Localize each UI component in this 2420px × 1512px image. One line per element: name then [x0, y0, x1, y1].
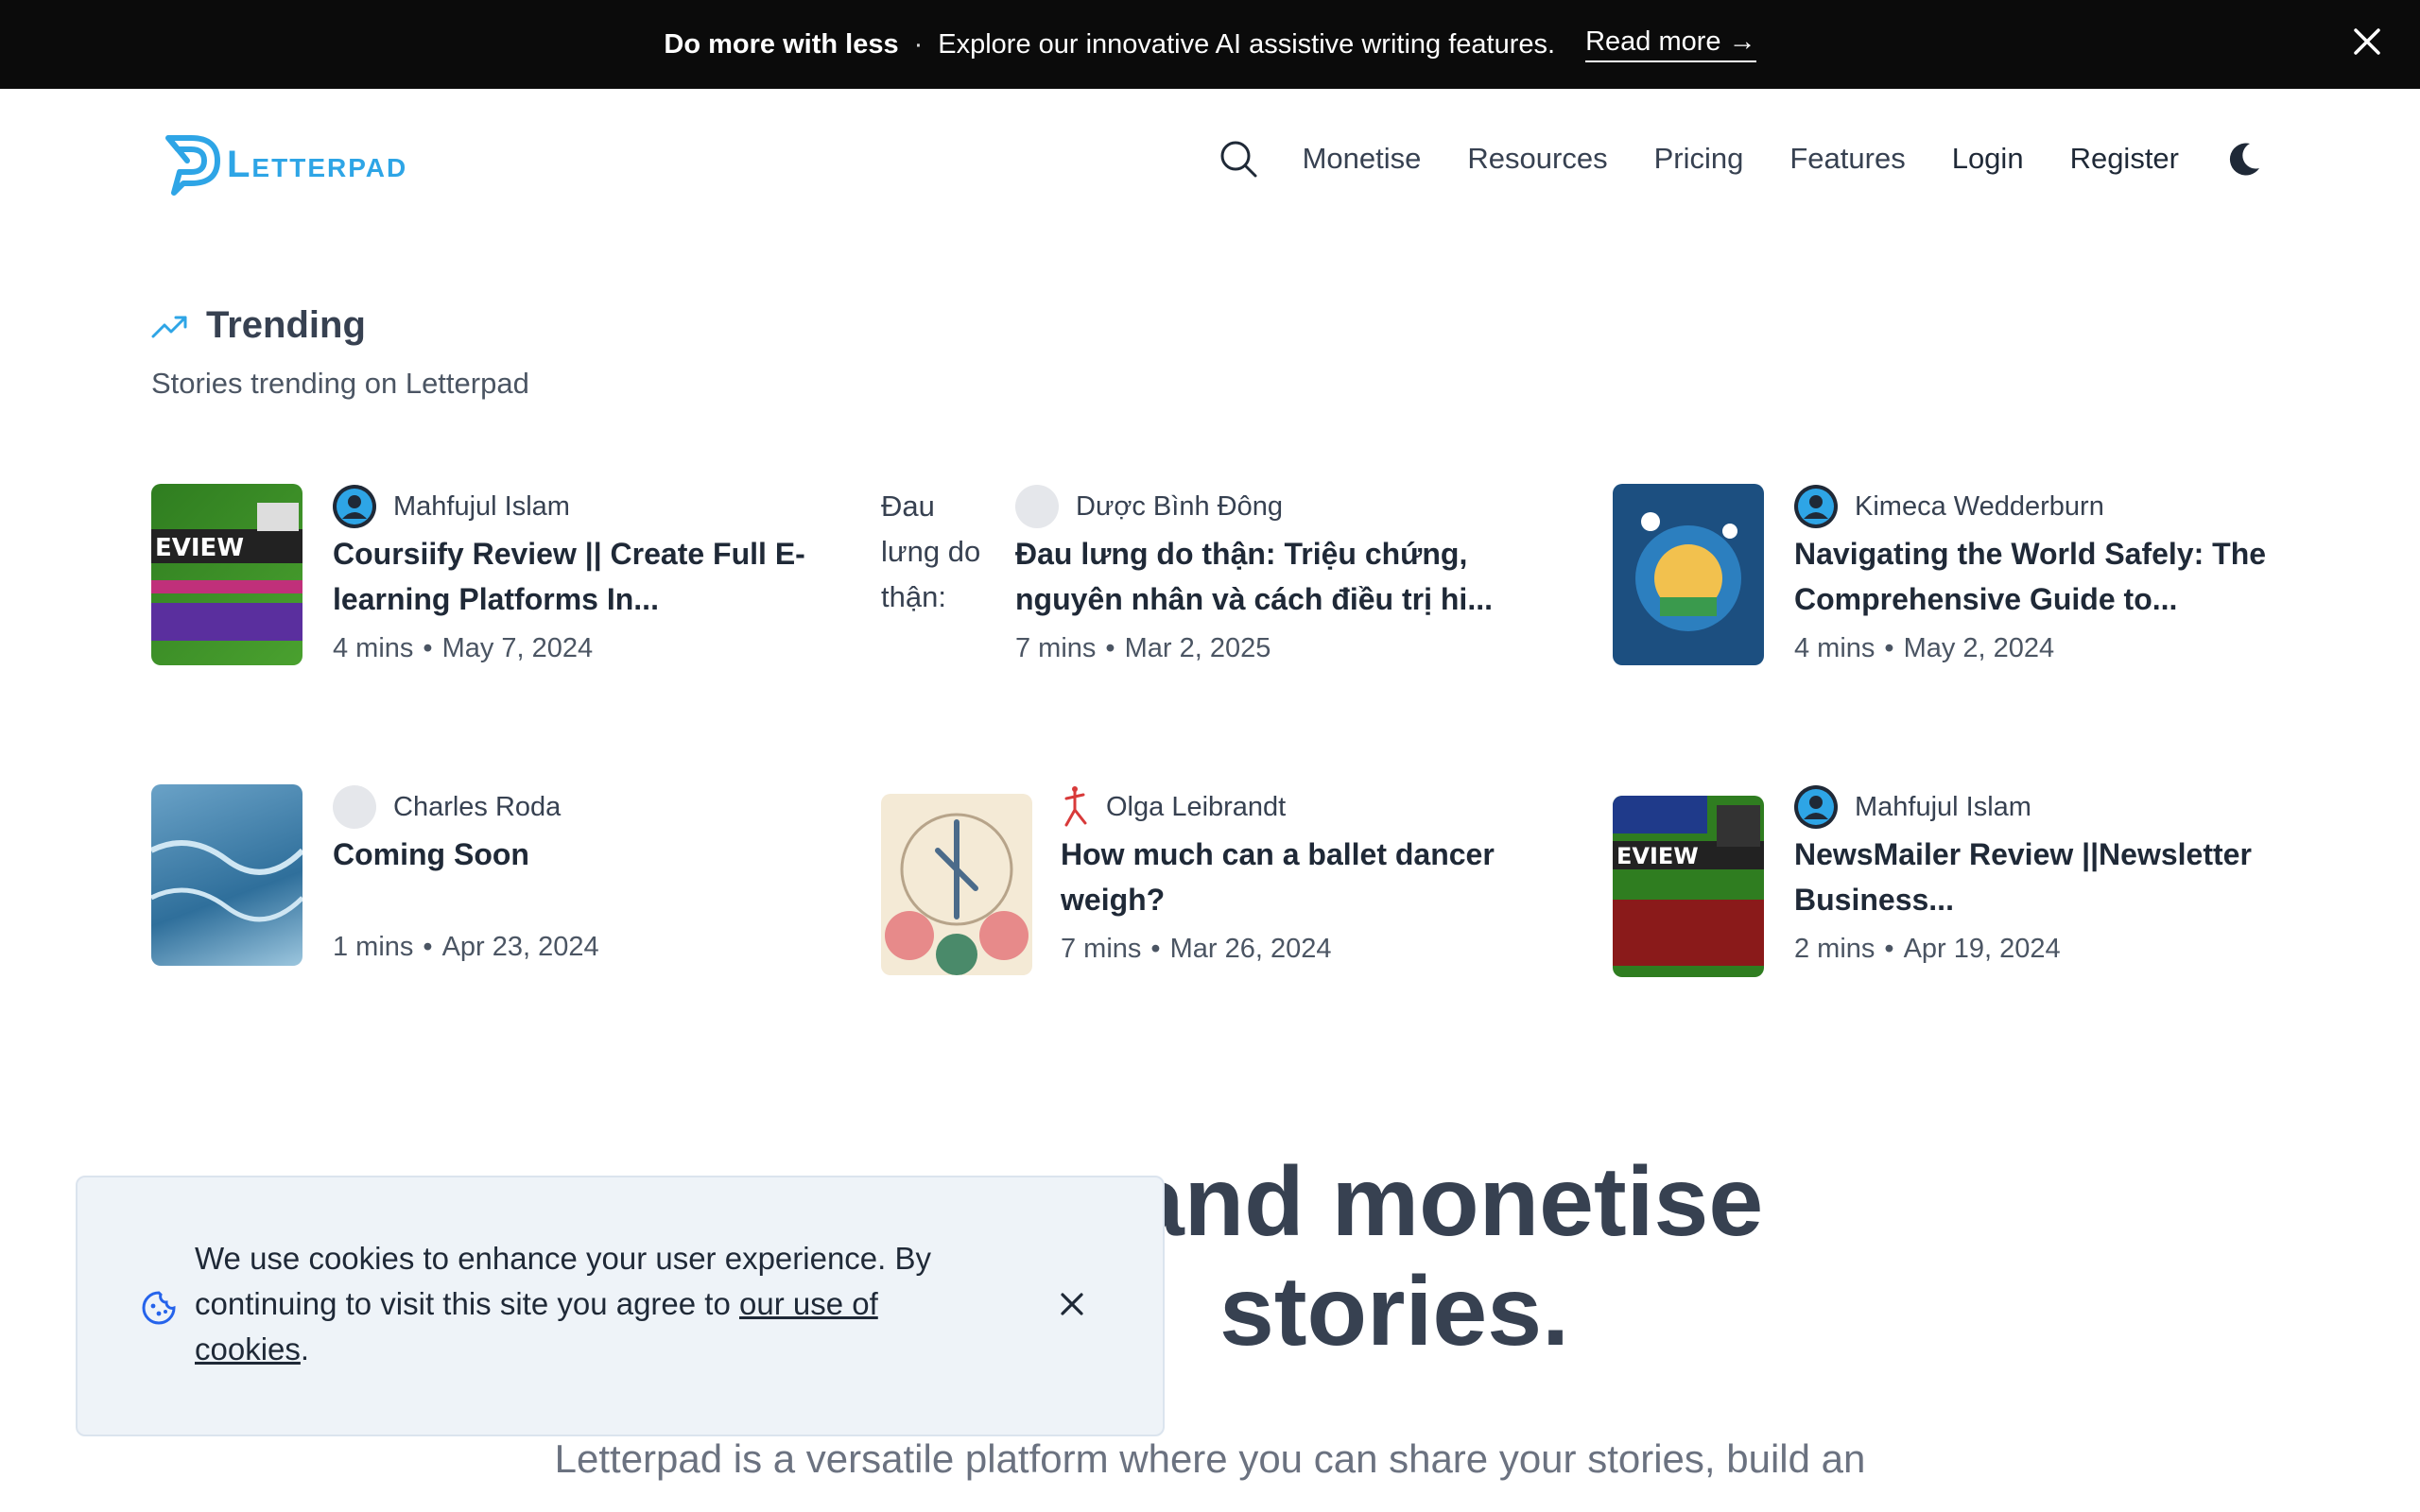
post-meta: 2 mins • Apr 19, 2024	[1794, 934, 2293, 965]
read-time: 2 mins	[1794, 934, 1876, 964]
author-name[interactable]: Olga Leibrandt	[1106, 792, 1286, 823]
post-meta: 4 mins • May 2, 2024	[1794, 633, 2293, 664]
post-title[interactable]: Coursiify Review || Create Full E-learni…	[333, 531, 832, 622]
avatar	[1015, 485, 1059, 528]
meta-separator: •	[1884, 934, 1894, 964]
nav-pricing[interactable]: Pricing	[1654, 142, 1744, 176]
main-nav: Monetise Resources Pricing Features Logi…	[1218, 138, 2263, 180]
avatar	[1794, 485, 1838, 528]
meta-separator: •	[423, 633, 433, 663]
logo[interactable]: Letterpad	[163, 132, 407, 197]
banner-message: Explore our innovative AI assistive writ…	[938, 28, 1556, 60]
svg-text:EVIEW: EVIEW	[155, 534, 244, 562]
trending-subtitle: Stories trending on Letterpad	[151, 367, 529, 400]
post-card[interactable]: Olga Leibrandt How much can a ballet dan…	[881, 784, 1562, 975]
avatar	[333, 485, 376, 528]
avatar	[1794, 785, 1838, 829]
nav-login[interactable]: Login	[1952, 142, 2024, 176]
post-card[interactable]: Charles Roda Coming Soon 1 mins • Apr 23, …	[151, 784, 832, 973]
meta-separator: •	[423, 932, 433, 962]
post-thumbnail[interactable]: EVIEW	[151, 484, 302, 665]
close-icon[interactable]	[2346, 21, 2388, 62]
post-title[interactable]: NewsMailer Review ||Newsletter Business.…	[1794, 832, 2293, 922]
meta-separator: •	[1884, 633, 1894, 663]
nav-features[interactable]: Features	[1789, 142, 1905, 176]
svg-text:EVIEW: EVIEW	[1616, 843, 1699, 869]
author-name[interactable]: Dược Bình Đông	[1076, 491, 1283, 523]
letterpad-logo-icon	[165, 135, 220, 196]
post-date: May 7, 2024	[441, 633, 594, 663]
post-title[interactable]: How much can a ballet dancer weigh?	[1061, 832, 1562, 922]
post-thumbnail[interactable]	[1613, 484, 1764, 665]
post-card[interactable]: EVIEW Mahfujul Islam Coursiify Review ||…	[151, 484, 832, 673]
site-header: Letterpad Monetise Resources Pricing Fea…	[0, 89, 2420, 240]
promo-banner: Do more with less · Explore our innovati…	[0, 0, 2420, 89]
post-thumbnail[interactable]	[151, 784, 302, 966]
post-date: Mar 26, 2024	[1169, 934, 1332, 964]
nav-monetise[interactable]: Monetise	[1303, 142, 1422, 176]
banner-dot: ·	[913, 28, 924, 60]
post-meta: 7 mins • Mar 2, 2025	[1015, 633, 1562, 664]
avatar	[333, 785, 376, 829]
post-title[interactable]: Navigating the World Safely: The Compreh…	[1794, 531, 2293, 622]
nav-resources[interactable]: Resources	[1467, 142, 1607, 176]
post-meta: 7 mins • Mar 26, 2024	[1061, 934, 1562, 965]
author-name[interactable]: Mahfujul Islam	[393, 491, 570, 523]
post-thumbnail[interactable]	[881, 794, 1032, 975]
post-card[interactable]: Kimeca Wedderburn Navigating the World S…	[1613, 484, 2293, 673]
post-title[interactable]: Đau lưng do thận: Triệu chứng, nguyên nh…	[1015, 531, 1562, 622]
post-date: Apr 23, 2024	[441, 932, 599, 962]
post-thumbnail[interactable]: EVIEW	[1613, 796, 1764, 977]
cookie-text: We use cookies to enhance your user expe…	[195, 1236, 970, 1372]
read-time: 7 mins	[1015, 633, 1097, 663]
read-more-link[interactable]: Read more →	[1585, 26, 1756, 62]
logo-text: Letterpad	[227, 143, 408, 185]
author-name[interactable]: Mahfujul Islam	[1855, 792, 2031, 823]
hero-subtitle: Letterpad is a versatile platform where …	[554, 1436, 1866, 1481]
post-date: Mar 2, 2025	[1124, 633, 1271, 663]
cookie-icon	[142, 1291, 176, 1325]
trending-heading: Trending	[151, 304, 366, 347]
trending-up-icon	[151, 316, 187, 337]
meta-separator: •	[1105, 633, 1115, 663]
author-name[interactable]: Charles Roda	[393, 792, 561, 823]
post-card[interactable]: Đau lưng do thận: Dược Bình Đông Đau lưn…	[881, 484, 1562, 673]
post-title[interactable]: Coming Soon	[333, 832, 832, 877]
post-meta: 4 mins • May 7, 2024	[333, 633, 832, 664]
search-icon[interactable]	[1218, 138, 1259, 180]
broken-image-alt[interactable]: Đau lưng do thận:	[881, 484, 985, 620]
cookie-notice: We use cookies to enhance your user expe…	[76, 1176, 1165, 1436]
post-card[interactable]: EVIEW Mahfujul Islam NewsMailer Review |…	[1613, 784, 2293, 977]
read-time: 1 mins	[333, 932, 414, 962]
moon-icon[interactable]	[2225, 140, 2263, 178]
trending-title: Trending	[206, 304, 366, 346]
meta-separator: •	[1150, 934, 1161, 964]
author-name[interactable]: Kimeca Wedderburn	[1855, 491, 2104, 523]
post-date: May 2, 2024	[1903, 633, 2055, 663]
cookie-end: .	[300, 1332, 310, 1366]
read-time: 7 mins	[1061, 934, 1142, 964]
close-icon[interactable]	[1055, 1287, 1089, 1321]
read-time: 4 mins	[333, 633, 414, 663]
nav-register[interactable]: Register	[2070, 142, 2179, 176]
post-date: Apr 19, 2024	[1903, 934, 2061, 964]
avatar	[1061, 785, 1089, 829]
post-meta: 1 mins • Apr 23, 2024	[333, 932, 832, 963]
banner-strong: Do more with less	[664, 28, 899, 60]
read-time: 4 mins	[1794, 633, 1876, 663]
